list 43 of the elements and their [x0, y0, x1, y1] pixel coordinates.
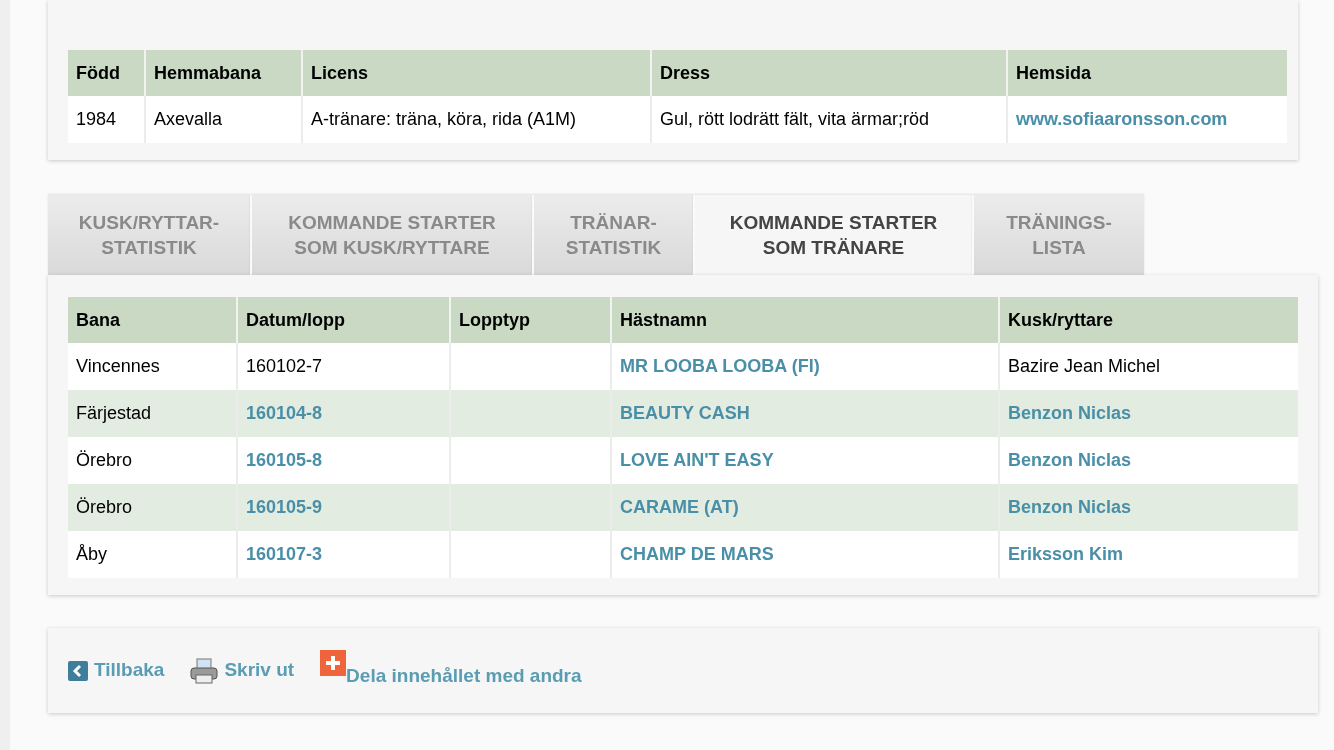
table-cell: Bazire Jean Michel	[999, 343, 1298, 390]
column-header: Född	[68, 50, 145, 96]
table-link[interactable]: CHAMP DE MARS	[620, 544, 774, 564]
column-header: Licens	[302, 50, 651, 96]
table-cell: Gul, rött lodrätt fält, vita ärmar;röd	[651, 96, 1007, 143]
footer-link[interactable]: Skriv ut	[224, 656, 295, 685]
column-header: Hästnamn	[611, 297, 999, 343]
column-header: Bana	[68, 297, 237, 343]
column-header: Datum/lopp	[237, 297, 450, 343]
footer-link[interactable]: Tillbaka	[94, 656, 165, 685]
table-cell: A-tränare: träna, köra, rida (A1M)	[302, 96, 651, 143]
table-link[interactable]: 160105-9	[246, 497, 323, 517]
table-cell: 1984	[68, 96, 145, 143]
tab[interactable]: TRÄNINGS- LISTA	[972, 195, 1144, 275]
column-header: Kusk/ryttare	[999, 297, 1298, 343]
column-header: Hemsida	[1007, 50, 1287, 96]
footer-link[interactable]: Dela innehållet med andra	[346, 662, 582, 691]
tab[interactable]: TRÄNAR- STATISTIK	[532, 195, 693, 275]
table-link[interactable]: 160105-8	[246, 450, 323, 470]
column-header: Hemmabana	[145, 50, 302, 96]
table-cell: Färjestad	[68, 390, 237, 437]
table-cell: Axevalla	[145, 96, 302, 143]
table-cell: Vincennes	[68, 343, 237, 390]
table-cell: Örebro	[68, 437, 237, 484]
plus-icon	[320, 650, 347, 677]
table-link[interactable]: Eriksson Kim	[1008, 544, 1124, 564]
table-cell: Åby	[68, 531, 237, 578]
table-cell: 160102-7	[237, 343, 450, 390]
column-header: Lopptyp	[450, 297, 611, 343]
tab[interactable]: KUSK/RYTTAR- STATISTIK	[48, 195, 250, 275]
table-link[interactable]: CARAME (AT)	[620, 497, 739, 517]
table-link[interactable]: Benzon Niclas	[1008, 497, 1132, 517]
table-link[interactable]: 160107-3	[246, 544, 323, 564]
table-link[interactable]: Benzon Niclas	[1008, 450, 1132, 470]
table-link[interactable]: BEAUTY CASH	[620, 403, 750, 423]
printer-icon	[190, 657, 219, 684]
table-link[interactable]: Benzon Niclas	[1008, 403, 1132, 423]
column-header: Dress	[651, 50, 1007, 96]
tab[interactable]: KOMMANDE STARTER SOM KUSK/RYTTARE	[250, 195, 532, 275]
table-link[interactable]: LOVE AIN'T EASY	[620, 450, 774, 470]
tab[interactable]: KOMMANDE STARTER SOM TRÄNARE	[693, 195, 972, 275]
table-cell: Örebro	[68, 484, 237, 531]
table-link[interactable]: 160104-8	[246, 403, 323, 423]
